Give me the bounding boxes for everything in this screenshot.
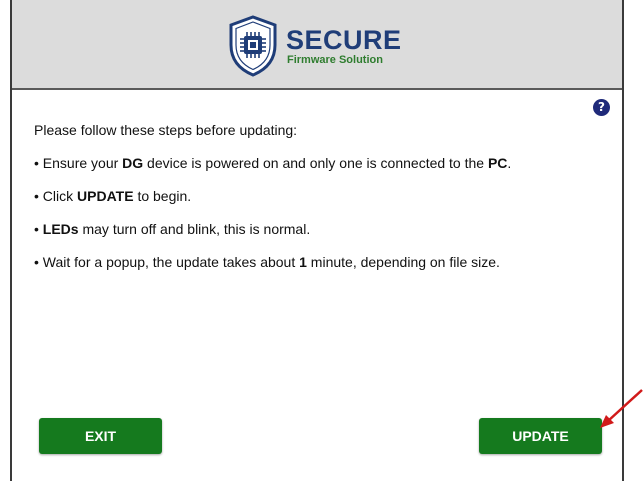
chip-shield-icon (229, 15, 277, 77)
steps-list: • Ensure your DG device is powered on an… (34, 153, 612, 272)
logo: SECURE Firmware Solution (228, 12, 402, 80)
step-item: • LEDs may turn off and blink, this is n… (34, 219, 612, 239)
step-emphasis: DG (122, 155, 144, 171)
step-text: . (507, 155, 512, 171)
update-button[interactable]: UPDATE (479, 418, 602, 454)
step-emphasis: UPDATE (77, 188, 134, 204)
step-text: minute, depending on file size. (306, 254, 500, 270)
red-arrow-pointer-icon (600, 389, 643, 428)
exit-button[interactable]: EXIT (39, 418, 162, 454)
step-item: • Click UPDATE to begin. (34, 186, 612, 206)
step-text: Ensure your (38, 155, 123, 171)
help-icon[interactable]: ? (593, 99, 610, 116)
instructions-intro: Please follow these steps before updatin… (34, 122, 298, 138)
step-emphasis: LEDs (42, 221, 79, 237)
logo-subtitle: Firmware Solution (287, 53, 383, 66)
step-item: • Wait for a popup, the update takes abo… (34, 252, 612, 272)
instructions-panel: Please follow these steps before updatin… (34, 120, 612, 285)
step-text: Click (38, 188, 78, 204)
step-text: may turn off and blink, this is normal. (78, 221, 311, 237)
logo-title: SECURE (286, 24, 402, 55)
step-emphasis: 1 (299, 254, 307, 270)
firmware-update-window: SECURE Firmware Solution ? Please follow… (10, 0, 624, 481)
header-banner: SECURE Firmware Solution (12, 0, 622, 90)
step-text: to begin. (133, 188, 192, 204)
step-text: device is powered on and only one is con… (143, 155, 488, 171)
logo-text: SECURE Firmware Solution (286, 26, 402, 67)
step-item: • Ensure your DG device is powered on an… (34, 153, 612, 173)
step-text: Wait for a popup, the update takes about (38, 254, 300, 270)
step-emphasis: PC (487, 155, 508, 171)
